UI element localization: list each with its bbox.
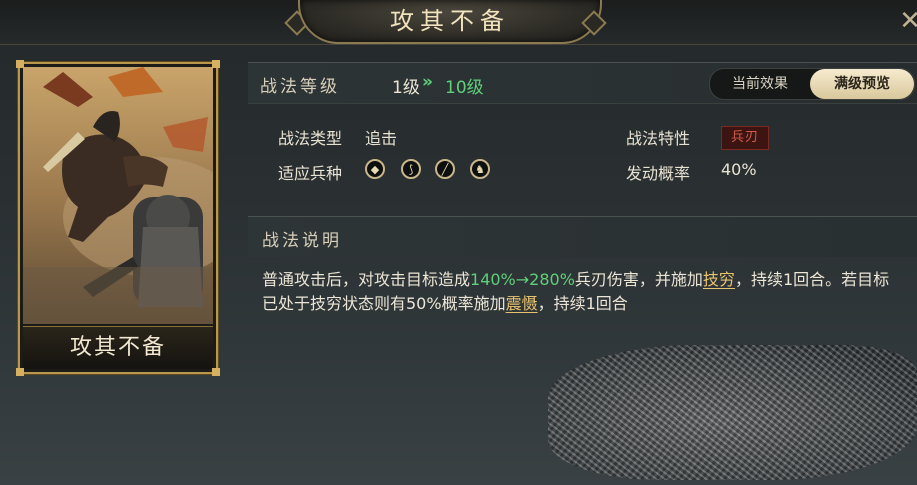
rate-label: 发动概率 bbox=[626, 164, 691, 183]
description-segment: ，持续1回合 bbox=[537, 294, 628, 313]
status-link-awe[interactable]: 震慑 bbox=[506, 294, 538, 313]
card-title: 攻其不备 bbox=[23, 326, 213, 369]
damage-range: 140%→280% bbox=[470, 270, 575, 289]
type-value: 追击 bbox=[365, 129, 398, 148]
horse-icon: ♞ bbox=[470, 159, 490, 179]
card-corner-ornament bbox=[16, 60, 24, 68]
trait-tag: 兵刃 bbox=[721, 126, 769, 150]
page-title: 攻其不备 bbox=[390, 7, 510, 35]
units-label: 适应兵种 bbox=[278, 164, 343, 183]
level-label: 战法等级 bbox=[260, 77, 340, 97]
max-level: 10级 bbox=[445, 78, 484, 98]
watermark-noise bbox=[548, 345, 917, 480]
type-label: 战法类型 bbox=[278, 129, 343, 148]
rate-value: 40% bbox=[721, 160, 757, 179]
card-corner-ornament bbox=[212, 60, 220, 68]
close-icon[interactable]: ✕ bbox=[899, 6, 917, 36]
card-corner-ornament bbox=[212, 368, 220, 376]
shield-icon: ◆ bbox=[365, 159, 385, 179]
bow-icon: ⟆ bbox=[401, 159, 421, 179]
double-chevron-right-icon: » bbox=[422, 72, 433, 92]
description-header: 战法说明 bbox=[248, 216, 917, 257]
current-effect-tab[interactable]: 当前效果 bbox=[710, 69, 810, 99]
card-corner-ornament bbox=[16, 368, 24, 376]
description-text: 普通攻击后，对攻击目标造成140%→280%兵刃伤害，并施加技穷，持续1回合。若… bbox=[262, 268, 902, 316]
effect-toggle[interactable]: 当前效果 满级预览 bbox=[709, 68, 915, 100]
current-level: 1级 bbox=[392, 78, 420, 98]
spear-icon: ╱ bbox=[435, 159, 455, 179]
description-label: 战法说明 bbox=[262, 231, 342, 251]
description-segment: 普通攻击后，对攻击目标造成 bbox=[262, 270, 471, 289]
description-segment: 兵刃伤害，并施加 bbox=[574, 270, 703, 289]
skill-card: 攻其不备 bbox=[16, 60, 220, 376]
trait-label: 战法特性 bbox=[626, 129, 691, 148]
skill-artwork bbox=[23, 67, 213, 325]
max-preview-tab[interactable]: 满级预览 bbox=[810, 69, 914, 99]
status-link-exhausted[interactable]: 技穷 bbox=[703, 270, 735, 289]
level-row: 战法等级 1级 » 10级 当前效果 满级预览 bbox=[248, 62, 917, 104]
title-plate: 攻其不备 bbox=[298, 0, 602, 44]
